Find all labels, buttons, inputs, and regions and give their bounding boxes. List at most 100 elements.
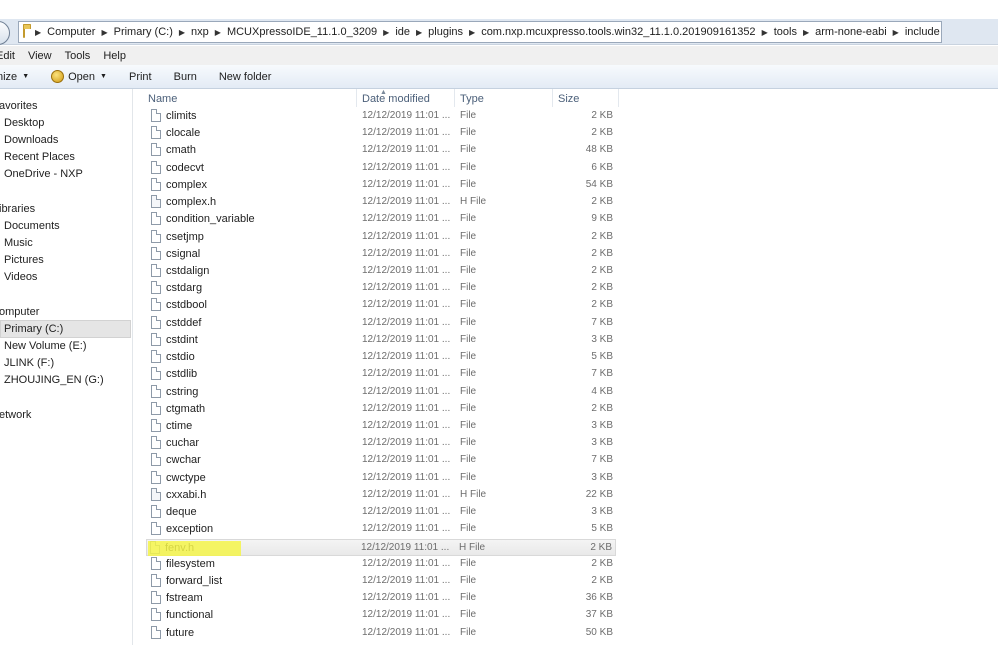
nav-item-desktop[interactable]: Desktop (4, 117, 44, 129)
nav-item-new-volume-e[interactable]: New Volume (E:) (4, 340, 87, 352)
column-header-size[interactable]: Size (558, 93, 618, 107)
nav-item-jlink-f[interactable]: JLINK (F:) (4, 357, 54, 369)
file-row[interactable]: csetjmp 12/12/2019 11:01 ... File 2 KB (148, 229, 616, 246)
file-row[interactable]: complex 12/12/2019 11:01 ... File 54 KB (148, 177, 616, 194)
file-row[interactable]: cstdbool 12/12/2019 11:01 ... File 2 KB (148, 297, 616, 314)
file-date-modified: 12/12/2019 11:01 ... (362, 592, 451, 604)
file-row[interactable]: cuchar 12/12/2019 11:01 ... File 3 KB (148, 435, 616, 452)
chevron-right-icon[interactable]: ▶ (803, 28, 809, 37)
file-size: 54 KB (585, 178, 613, 190)
nav-item-downloads[interactable]: Downloads (4, 134, 58, 146)
breadcrumb-item[interactable]: Computer (47, 26, 95, 38)
file-row[interactable]: cstdarg 12/12/2019 11:01 ... File 2 KB (148, 280, 616, 297)
file-row[interactable]: cstddef 12/12/2019 11:01 ... File 7 KB (148, 315, 616, 332)
file-row[interactable]: clocale 12/12/2019 11:01 ... File 2 KB (148, 125, 616, 142)
file-row[interactable]: cstdint 12/12/2019 11:01 ... File 3 KB (148, 332, 616, 349)
file-size: 2 KB (591, 247, 613, 259)
file-row[interactable]: complex.h 12/12/2019 11:01 ... H File 2 KB (148, 194, 616, 211)
file-row[interactable]: climits 12/12/2019 11:01 ... File 2 KB (148, 108, 616, 125)
nav-group-network[interactable]: etwork (0, 409, 31, 421)
column-header-date-modified[interactable]: Date modified (362, 93, 456, 107)
file-row[interactable]: cxxabi.h 12/12/2019 11:01 ... H File 22 KB (148, 487, 616, 504)
column-header-type[interactable]: Type (460, 93, 550, 107)
chevron-right-icon[interactable]: ▶ (35, 28, 41, 37)
breadcrumb-item[interactable]: ide (395, 26, 410, 38)
file-row[interactable]: cstdlib 12/12/2019 11:01 ... File 7 KB (148, 366, 616, 383)
menu-tools[interactable]: Tools (65, 50, 97, 62)
open-button[interactable]: Open ▼ (51, 70, 107, 83)
breadcrumb-item[interactable]: include (905, 26, 940, 38)
file-row[interactable]: cstring 12/12/2019 11:01 ... File 4 KB (148, 384, 616, 401)
nav-item-recent-places[interactable]: Recent Places (4, 151, 75, 163)
chevron-right-icon[interactable]: ▶ (215, 28, 221, 37)
organize-button[interactable]: nize ▼ (0, 71, 29, 83)
menu-help[interactable]: Help (103, 50, 132, 62)
breadcrumb-item[interactable]: com.nxp.mcuxpresso.tools.win32_11.1.0.20… (481, 26, 755, 38)
chevron-right-icon[interactable]: ▶ (101, 28, 107, 37)
nav-item-zhoujing-g[interactable]: ZHOUJING_EN (G:) (4, 374, 104, 386)
chevron-right-icon[interactable]: ▶ (762, 28, 768, 37)
column-header-name[interactable]: Name (148, 93, 356, 107)
nav-item-pictures[interactable]: Pictures (4, 254, 44, 266)
chevron-right-icon[interactable]: ▶ (469, 28, 475, 37)
file-name: cwctype (166, 471, 206, 484)
file-date-modified: 12/12/2019 11:01 ... (361, 541, 450, 553)
file-row[interactable]: filesystem 12/12/2019 11:01 ... File 2 KB (148, 556, 616, 573)
nav-item-documents[interactable]: Documents (4, 220, 60, 232)
file-date-modified: 12/12/2019 11:01 ... (362, 385, 451, 397)
print-button[interactable]: Print (129, 71, 152, 83)
file-row[interactable]: condition_variable 12/12/2019 11:01 ... Fi… (148, 211, 616, 228)
breadcrumb-item[interactable]: nxp (191, 26, 209, 38)
file-row[interactable]: ctime 12/12/2019 11:01 ... File 3 KB (148, 418, 616, 435)
new-folder-button[interactable]: New folder (219, 71, 272, 83)
file-icon (151, 487, 161, 501)
file-size: 2 KB (591, 230, 613, 242)
chevron-right-icon[interactable]: ▶ (383, 28, 389, 37)
column-separator[interactable] (356, 89, 357, 107)
breadcrumb-item[interactable]: tools (774, 26, 797, 38)
file-date-modified: 12/12/2019 11:01 ... (362, 316, 451, 328)
file-name: cstdbool (166, 299, 207, 312)
burn-button[interactable]: Burn (174, 71, 197, 83)
file-row[interactable]: functional 12/12/2019 11:01 ... File 37 KB (148, 607, 616, 624)
menu-edit[interactable]: Edit (0, 50, 21, 62)
nav-item-music[interactable]: Music (4, 237, 33, 249)
menu-view[interactable]: View (28, 50, 58, 62)
breadcrumb[interactable]: ▶ Computer ▶ Primary (C:) ▶ nxp ▶ MCUXpressoID… (18, 21, 942, 43)
file-icon (151, 160, 161, 174)
column-separator[interactable] (454, 89, 455, 107)
nav-group-computer[interactable]: omputer (0, 306, 39, 318)
file-row[interactable]: codecvt 12/12/2019 11:01 ... File 6 KB (148, 160, 616, 177)
file-row[interactable]: deque 12/12/2019 11:01 ... File 3 KB (148, 504, 616, 521)
yellow-highlight-mark (148, 541, 241, 556)
breadcrumb-item[interactable]: arm-none-eabi (815, 26, 887, 38)
file-row[interactable]: fstream 12/12/2019 11:01 ... File 36 KB (148, 590, 616, 607)
file-row[interactable]: forward_list 12/12/2019 11:01 ... File 2 KB (148, 573, 616, 590)
nav-item-onedrive[interactable]: OneDrive - NXP (4, 168, 83, 180)
file-row[interactable]: future 12/12/2019 11:01 ... File 50 KB (148, 625, 616, 642)
breadcrumb-item[interactable]: plugins (428, 26, 463, 38)
file-row[interactable]: cstdalign 12/12/2019 11:01 ... File 2 KB (148, 263, 616, 280)
file-icon (151, 625, 161, 639)
breadcrumb-item[interactable]: MCUXpressoIDE_11.1.0_3209 (227, 26, 377, 38)
file-size: 4 KB (591, 385, 613, 397)
breadcrumb-item[interactable]: Primary (C:) (114, 26, 173, 38)
file-name: functional (166, 609, 214, 622)
nav-item-primary-c[interactable]: Primary (C:) (4, 323, 63, 335)
chevron-right-icon[interactable]: ▶ (893, 28, 899, 37)
nav-group-favorites[interactable]: avorites (0, 100, 38, 112)
nav-group-libraries[interactable]: ibraries (0, 203, 35, 215)
column-separator[interactable] (552, 89, 553, 107)
chevron-right-icon[interactable]: ▶ (179, 28, 185, 37)
file-row[interactable]: csignal 12/12/2019 11:01 ... File 2 KB (148, 246, 616, 263)
file-row[interactable]: cwctype 12/12/2019 11:01 ... File 3 KB (148, 470, 616, 487)
file-row[interactable]: exception 12/12/2019 11:01 ... File 5 KB (148, 521, 616, 538)
nav-item-videos[interactable]: Videos (4, 271, 37, 283)
file-row[interactable]: cmath 12/12/2019 11:01 ... File 48 KB (148, 142, 616, 159)
column-separator[interactable] (618, 89, 619, 107)
chevron-right-icon[interactable]: ▶ (416, 28, 422, 37)
file-row[interactable]: ctgmath 12/12/2019 11:01 ... File 2 KB (148, 401, 616, 418)
file-row[interactable]: cwchar 12/12/2019 11:01 ... File 7 KB (148, 452, 616, 469)
back-button[interactable] (0, 21, 10, 45)
file-row[interactable]: cstdio 12/12/2019 11:01 ... File 5 KB (148, 349, 616, 366)
